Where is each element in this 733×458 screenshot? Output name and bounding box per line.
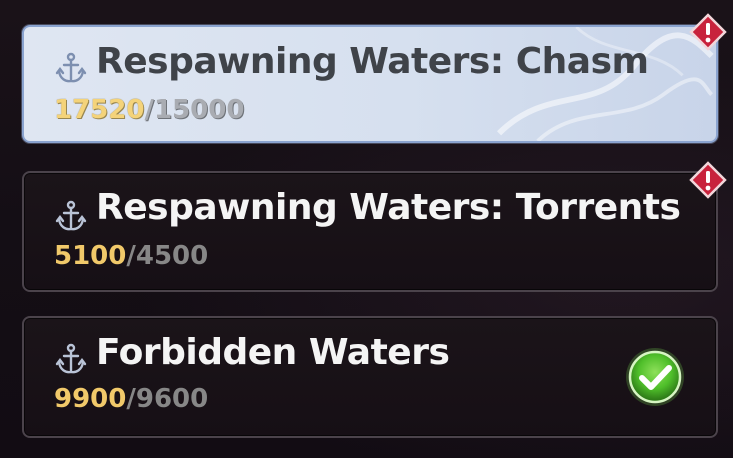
anchor-icon (55, 200, 87, 231)
quest-title: Respawning Waters: Torrents (96, 187, 681, 228)
progress-current: 17520 (54, 95, 145, 125)
progress-required: 4500 (135, 241, 209, 271)
checkmark-icon (626, 348, 684, 406)
progress-current: 5100 (54, 241, 127, 271)
quest-card-torrents[interactable]: Respawning Waters: Torrents 5100/4500 (22, 171, 718, 292)
faded-header-text (30, 0, 460, 12)
quest-progress: 9900/9600 (54, 384, 208, 414)
progress-current: 9900 (54, 384, 127, 414)
quest-card-forbidden[interactable]: Forbidden Waters 9900/9600 (22, 316, 718, 438)
anchor-icon (55, 343, 87, 374)
quest-card-chasm[interactable]: Respawning Waters: Chasm 17520/15000 (22, 25, 718, 143)
quest-progress: 5100/4500 (54, 241, 208, 271)
progress-required: 9600 (135, 384, 209, 414)
progress-separator: / (126, 384, 136, 414)
alert-icon (689, 13, 727, 51)
progress-separator: / (126, 241, 136, 271)
alert-icon (689, 161, 727, 199)
quest-progress: 17520/15000 (54, 95, 244, 125)
quest-title: Respawning Waters: Chasm (96, 41, 649, 82)
anchor-icon (55, 52, 87, 83)
quest-title: Forbidden Waters (96, 332, 450, 373)
progress-required: 15000 (153, 95, 245, 125)
progress-separator: / (144, 95, 154, 125)
